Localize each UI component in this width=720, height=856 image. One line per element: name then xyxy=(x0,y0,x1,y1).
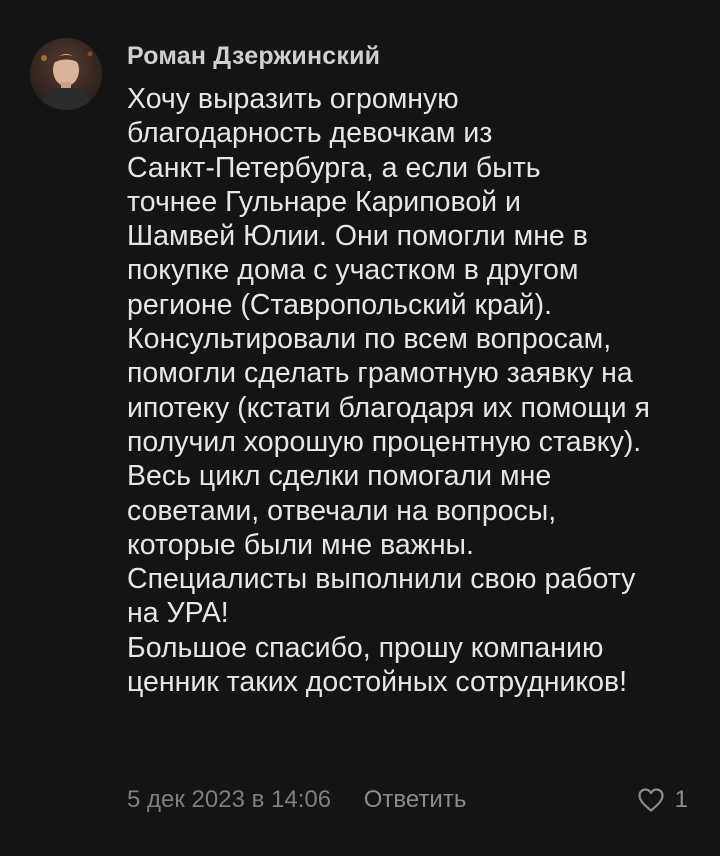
comment-text-line: Шамвей Юлии. Они помогли мне в xyxy=(127,220,588,253)
comment-text: Хочу выразить огромную благодарность дев… xyxy=(127,82,712,699)
like-count: 1 xyxy=(674,786,688,813)
comment-meta: 5 дек 2023 в 14:06 Ответить xyxy=(127,786,466,816)
reply-button[interactable]: Ответить xyxy=(364,786,467,814)
comment-text-line: ипотеку (кстати благодаря их помощи я xyxy=(127,391,650,424)
comment-text-line: получил хорошую процентную ставку). xyxy=(127,425,642,458)
user-avatar-icon xyxy=(30,38,102,110)
comment-text-line: Специалисты выполнили свою работу xyxy=(127,563,636,596)
comment-text-line: Хочу выразить огромную xyxy=(127,83,459,115)
comment-text-line: благодарность девочкам из xyxy=(127,117,493,150)
comment-text-line: точнее Гульнаре Кариповой и xyxy=(127,185,521,218)
comment-date[interactable]: 5 дек 2023 в 14:06 xyxy=(127,786,331,814)
comment-text-line: советами, отвечали на вопросы, xyxy=(127,494,557,527)
comment-text-line: на УРА! xyxy=(127,597,229,630)
comment-text-line: Санкт-Петербурга, а если быть xyxy=(127,151,541,184)
author-name[interactable]: Роман Дзержинский xyxy=(127,42,380,71)
comment-text-line: покупке дома с участком в другом xyxy=(127,254,579,287)
comment-text-line: ценник таких достойных сотрудников! xyxy=(127,666,628,699)
comment-text-line: Консультировали по всем вопросам, xyxy=(127,323,612,356)
comment-text-line: помогли сделать грамотную заявку на xyxy=(127,357,633,390)
comment-text-line: Весь цикл сделки помогали мне xyxy=(127,460,552,493)
comment: Роман Дзержинский Хочу выразить огромную… xyxy=(0,0,720,856)
comment-text-line: Большое спасибо, прошу компанию xyxy=(127,631,604,664)
comment-text-line: которые были мне важны. xyxy=(127,528,474,561)
like-button[interactable]: 1 xyxy=(637,784,688,816)
avatar[interactable] xyxy=(30,38,102,110)
heart-outline-icon xyxy=(637,787,665,813)
comment-text-line: регионе (Ставропольский край). xyxy=(127,288,552,321)
